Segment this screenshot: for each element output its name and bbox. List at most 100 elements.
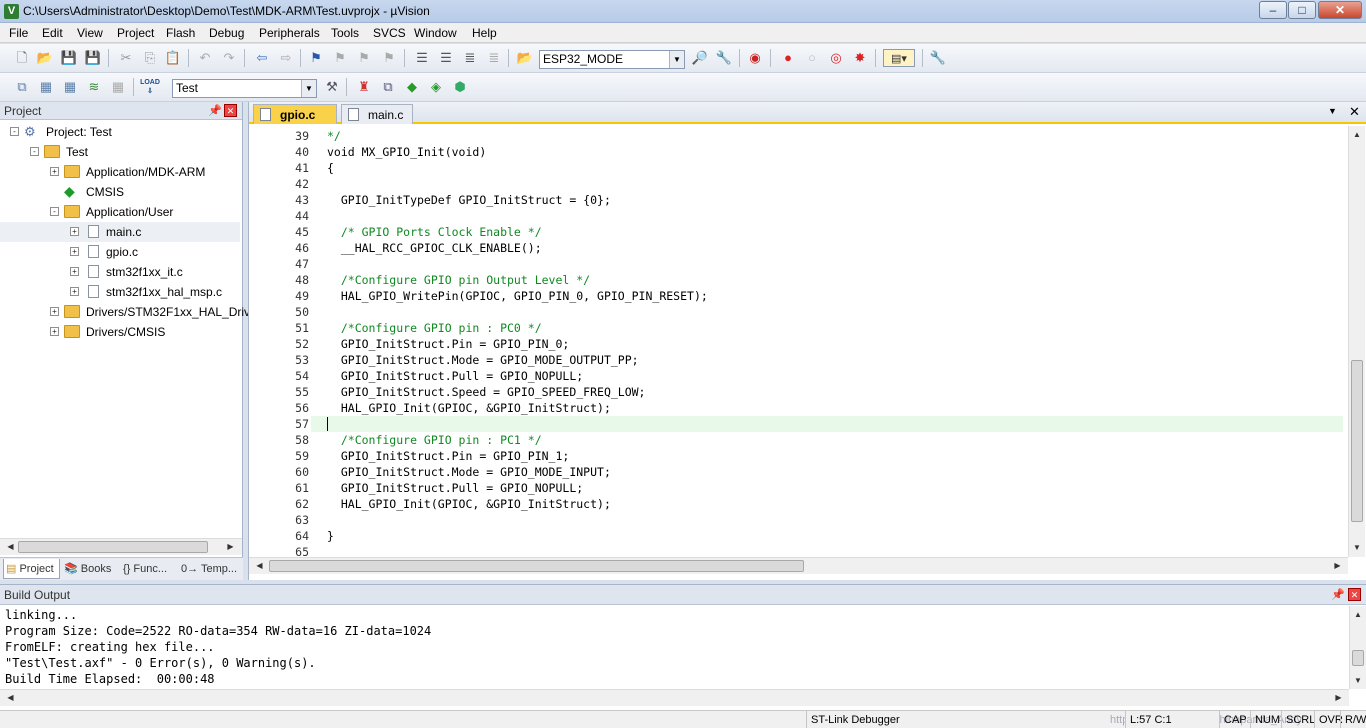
menu-flash[interactable]: Flash [166, 26, 195, 40]
menu-peripherals[interactable]: Peripherals [259, 26, 320, 40]
tab-gpio-c[interactable]: gpio.c [253, 104, 337, 124]
pin-icon[interactable]: 📌 [208, 102, 222, 120]
output-hscroll[interactable]: ◀ ▶ [0, 689, 1349, 706]
tree-item[interactable]: ◆ CMSIS [0, 182, 240, 202]
close-editor-icon[interactable]: ✕ [1349, 104, 1360, 120]
menu-view[interactable]: View [77, 26, 103, 40]
clear-bookmarks-icon[interactable]: ⚑ [380, 49, 398, 67]
copy-icon[interactable]: ⎘ [141, 49, 159, 67]
expand-icon[interactable]: + [50, 167, 59, 176]
undo-icon[interactable]: ↶ [196, 49, 214, 67]
expand-icon[interactable]: + [70, 267, 79, 276]
incremental-find-icon[interactable]: 🔧 [715, 49, 733, 67]
find-combo[interactable]: ESP32_MODE ▼ [539, 50, 685, 69]
tree-item[interactable]: + stm32f1xx_hal_msp.c [0, 282, 240, 302]
collapse-icon[interactable]: - [50, 207, 59, 216]
translate-icon[interactable]: ⧉ [13, 78, 31, 96]
scroll-thumb[interactable] [1352, 650, 1364, 666]
chevron-down-icon[interactable]: ▼ [669, 51, 684, 68]
uncomment-icon[interactable]: ≣ [485, 49, 503, 67]
comment-icon[interactable]: ≣ [461, 49, 479, 67]
new-file-icon[interactable]: 🗋 [13, 49, 31, 67]
close-panel-icon[interactable]: ✕ [224, 104, 237, 117]
code-area[interactable]: */ void MX_GPIO_Init(void) { GPIO_InitType… [311, 126, 1343, 557]
tree-item[interactable]: - ⚙ Project: Test [0, 122, 240, 142]
scroll-right-icon[interactable]: ▶ [222, 539, 239, 555]
target-select[interactable]: Test ▼ [172, 79, 317, 98]
kill-breakpoints-icon[interactable]: ✸ [851, 49, 869, 67]
prev-bookmark-icon[interactable]: ⚑ [331, 49, 349, 67]
next-bookmark-icon[interactable]: ⚑ [355, 49, 373, 67]
scroll-thumb[interactable] [18, 541, 208, 553]
menu-window[interactable]: Window [414, 26, 457, 40]
collapse-icon[interactable]: - [10, 127, 19, 136]
build-icon[interactable]: ▦ [37, 78, 55, 96]
manage-project-items-icon[interactable]: ♜ [355, 78, 373, 96]
configure-icon[interactable]: 🔧 [929, 49, 947, 67]
manage-rte-icon[interactable]: ◈ [427, 78, 445, 96]
collapse-icon[interactable]: - [30, 147, 39, 156]
unindent-icon[interactable]: ☰ [437, 49, 455, 67]
tree-item[interactable]: - Test [0, 142, 240, 162]
find-icon[interactable]: 🔎 [691, 49, 709, 67]
close-button[interactable]: ✕ [1318, 1, 1362, 19]
insert-breakpoint-icon[interactable]: ● [779, 49, 797, 67]
maximize-button[interactable]: □ [1288, 1, 1316, 19]
select-packs-icon[interactable]: ⧉ [379, 78, 397, 96]
project-hscroll[interactable]: ◀ ▶ [0, 538, 242, 555]
menu-project[interactable]: Project [117, 26, 154, 40]
open-folder-icon[interactable]: 📂 [36, 49, 54, 67]
menu-file[interactable]: File [9, 26, 28, 40]
scroll-up-icon[interactable]: ▲ [1349, 126, 1365, 143]
stop-build-icon[interactable]: ▦ [109, 78, 127, 96]
tab-list-chevron-icon[interactable]: ▼ [1328, 106, 1337, 116]
tree-item[interactable]: + Drivers/CMSIS [0, 322, 240, 342]
disable-breakpoints-icon[interactable]: ◎ [827, 49, 845, 67]
window-layout-icon[interactable]: ▤▾ [883, 49, 915, 67]
cut-icon[interactable]: ✂ [117, 49, 135, 67]
editor-vscroll[interactable]: ▲ ▼ [1348, 126, 1365, 557]
scroll-left-icon[interactable]: ◀ [251, 558, 268, 574]
tree-item[interactable]: + stm32f1xx_it.c [0, 262, 240, 282]
tab-templates[interactable]: 0→ Temp... [179, 559, 241, 579]
save-icon[interactable]: 💾 [60, 49, 78, 67]
rebuild-icon[interactable]: ▦ [61, 78, 79, 96]
scroll-down-icon[interactable]: ▼ [1349, 539, 1365, 556]
scroll-thumb[interactable] [1351, 360, 1363, 522]
minimize-button[interactable]: – [1259, 1, 1287, 19]
tab-books[interactable]: 📚 Books [62, 559, 118, 579]
save-all-icon[interactable]: 💾 [84, 49, 102, 67]
menu-edit[interactable]: Edit [42, 26, 63, 40]
tab-project[interactable]: ▤ Project [3, 559, 60, 579]
paste-icon[interactable]: 📋 [164, 49, 182, 67]
scroll-up-icon[interactable]: ▲ [1350, 606, 1366, 623]
tab-main-c[interactable]: main.c [341, 104, 413, 124]
find-in-files-icon[interactable]: 📂 [516, 49, 534, 67]
menu-help[interactable]: Help [472, 26, 497, 40]
pin-icon[interactable]: 📌 [1331, 585, 1345, 605]
tree-item[interactable]: + gpio.c [0, 242, 240, 262]
tree-item[interactable]: + main.c [0, 222, 240, 242]
pack-installer-icon[interactable]: ◆ [403, 78, 421, 96]
navigate-back-icon[interactable]: ⇦ [253, 49, 271, 67]
editor-hscroll[interactable]: ◀ ▶ [249, 557, 1348, 574]
menu-tools[interactable]: Tools [331, 26, 359, 40]
download-icon[interactable]: LOAD ⇩ [140, 78, 160, 96]
expand-icon[interactable]: + [50, 327, 59, 336]
bookmark-icon[interactable]: ⚑ [307, 49, 325, 67]
scroll-thumb[interactable] [269, 560, 804, 572]
event-recorder-icon[interactable]: ⬢ [451, 78, 469, 96]
navigate-forward-icon[interactable]: ⇨ [277, 49, 295, 67]
scroll-right-icon[interactable]: ▶ [1330, 690, 1347, 706]
start-debug-icon[interactable]: ◉ [746, 49, 764, 67]
expand-icon[interactable]: + [70, 227, 79, 236]
close-panel-icon[interactable]: ✕ [1348, 588, 1361, 601]
menu-svcs[interactable]: SVCS [373, 26, 406, 40]
indent-icon[interactable]: ☰ [413, 49, 431, 67]
output-vscroll[interactable]: ▲ ▼ [1349, 606, 1366, 689]
tab-functions[interactable]: {} Func... [121, 559, 177, 579]
expand-icon[interactable]: + [70, 247, 79, 256]
batch-build-icon[interactable]: ≋ [85, 78, 103, 96]
tree-item[interactable]: + Application/MDK-ARM [0, 162, 240, 182]
chevron-down-icon[interactable]: ▼ [301, 80, 316, 97]
